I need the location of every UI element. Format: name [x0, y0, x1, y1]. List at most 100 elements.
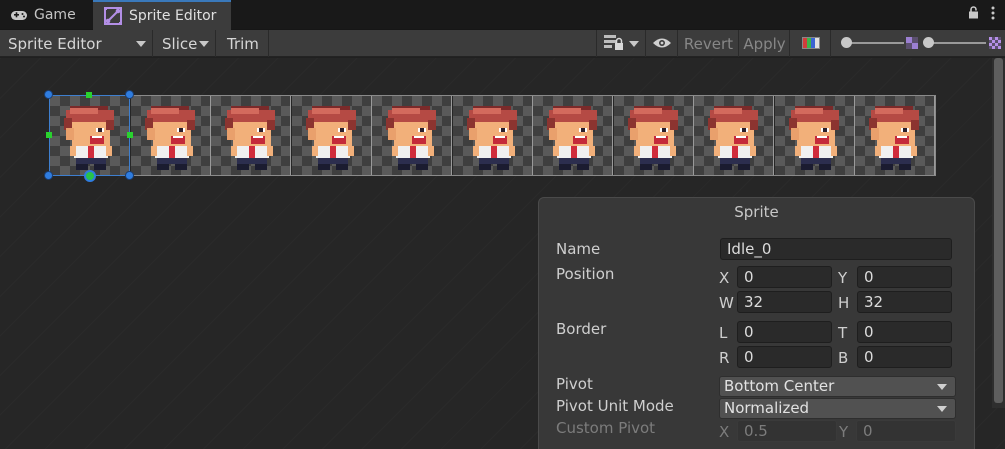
lock-icon[interactable] — [968, 6, 979, 24]
slice-dropdown[interactable]: Slice — [154, 30, 216, 57]
sprite-editor-icon — [103, 6, 123, 26]
apply-label: Apply — [743, 34, 786, 53]
name-field[interactable]: Idle_0 — [720, 238, 952, 260]
selection-rect[interactable] — [49, 95, 130, 176]
sprite-frame[interactable] — [452, 96, 533, 175]
visibility-toggle[interactable] — [647, 30, 678, 57]
tab-bar: Game Sprite Editor — [0, 0, 1005, 30]
width-field[interactable]: 32 — [737, 291, 832, 313]
panel-title: Sprite — [734, 203, 779, 221]
zoom-slider-track[interactable] — [846, 42, 904, 44]
scrollbar-thumb[interactable] — [994, 58, 1003, 403]
apply-button[interactable]: Apply — [740, 30, 790, 57]
sprite-canvas[interactable]: Sprite Name Idle_0 Position X 0 Y 0 W 32… — [0, 58, 1005, 449]
t-label: T — [838, 324, 848, 342]
sprite-frame[interactable] — [533, 96, 613, 175]
height-field[interactable]: 32 — [857, 291, 952, 313]
layer-lock-dropdown[interactable] — [596, 30, 646, 57]
tab-sprite-editor[interactable]: Sprite Editor — [93, 0, 231, 30]
revert-button[interactable]: Revert — [679, 30, 739, 57]
sprite-frame[interactable] — [774, 96, 855, 175]
sprite-panel: Sprite Name Idle_0 Position X 0 Y 0 W 32… — [538, 197, 975, 449]
border-b-field[interactable]: 0 — [857, 346, 952, 368]
eye-icon — [652, 35, 672, 53]
character-sprite-icon — [547, 106, 597, 170]
custom-pivot-x-field[interactable]: 0.5 — [737, 420, 837, 442]
mip-low-icon — [906, 37, 918, 53]
border-handle[interactable] — [127, 132, 133, 138]
gamepad-icon — [10, 10, 28, 21]
sprite-frame[interactable] — [372, 96, 452, 175]
sprite-frame[interactable] — [291, 96, 372, 175]
w-label: W — [719, 294, 734, 312]
character-sprite-icon — [386, 106, 436, 170]
y-label: Y — [838, 269, 848, 287]
zoom-slider-handle[interactable] — [841, 37, 852, 48]
character-sprite-icon — [627, 106, 678, 170]
resize-handle[interactable] — [125, 90, 134, 99]
mip-slider-handle[interactable] — [923, 37, 934, 48]
border-handle[interactable] — [86, 92, 92, 98]
mip-slider-track[interactable] — [928, 42, 986, 44]
character-sprite-icon — [708, 106, 758, 170]
name-label: Name — [556, 240, 601, 258]
tab-game-label: Game — [34, 7, 76, 23]
sprite-frame[interactable] — [130, 96, 211, 175]
pivot-label: Pivot — [556, 375, 593, 393]
resize-handle[interactable] — [44, 90, 53, 99]
color-channel-toggle[interactable] — [791, 30, 831, 57]
position-x-field[interactable]: 0 — [737, 266, 832, 288]
position-label: Position — [556, 265, 615, 283]
character-sprite-icon — [466, 106, 517, 170]
more-menu-icon[interactable] — [991, 6, 995, 24]
sprite-frame[interactable] — [211, 96, 291, 175]
trim-label: Trim — [227, 34, 259, 53]
sprite-frame[interactable] — [613, 96, 694, 175]
border-t-field[interactable]: 0 — [857, 321, 952, 343]
tab-sprite-editor-label: Sprite Editor — [129, 8, 217, 24]
h-label: H — [838, 294, 850, 312]
trim-button[interactable]: Trim — [217, 30, 269, 57]
character-sprite-icon — [788, 106, 839, 170]
border-r-field[interactable]: 0 — [737, 346, 832, 368]
revert-label: Revert — [683, 34, 734, 53]
zoom-mip-sliders — [838, 30, 1005, 57]
sprite-frame[interactable] — [694, 96, 774, 175]
pivot-handle[interactable] — [84, 170, 96, 182]
character-sprite-icon — [305, 106, 356, 170]
sprite-sheet[interactable] — [49, 95, 936, 176]
pivot-unit-mode-label: Pivot Unit Mode — [556, 397, 674, 415]
layer-lock-icon — [603, 33, 625, 55]
resize-handle[interactable] — [125, 171, 134, 180]
editor-mode-dropdown[interactable]: Sprite Editor — [0, 30, 153, 57]
x-label: X — [719, 269, 730, 287]
sprite-frame[interactable] — [855, 96, 935, 175]
pivot-value: Bottom Center — [724, 377, 835, 395]
border-l-field[interactable]: 0 — [737, 321, 832, 343]
pivot-unit-mode-dropdown[interactable]: Normalized — [719, 398, 956, 419]
mip-icon — [989, 37, 1001, 53]
chevron-down-icon — [937, 406, 947, 412]
character-sprite-icon — [869, 106, 919, 170]
tab-game[interactable]: Game — [0, 0, 92, 30]
b-label: B — [838, 349, 849, 367]
editor-mode-label: Sprite Editor — [8, 34, 102, 53]
pivot-unit-mode-value: Normalized — [724, 399, 810, 417]
position-y-field[interactable]: 0 — [857, 266, 952, 288]
slice-label: Slice — [162, 34, 198, 53]
custom-y-label: Y — [839, 423, 849, 441]
character-sprite-icon — [144, 106, 195, 170]
border-handle[interactable] — [46, 132, 52, 138]
vertical-scrollbar[interactable] — [992, 58, 1005, 408]
window-controls — [968, 6, 995, 24]
resize-handle[interactable] — [44, 171, 53, 180]
custom-pivot-y-field[interactable]: 0 — [856, 420, 956, 442]
custom-x-label: X — [719, 423, 730, 441]
custom-pivot-label: Custom Pivot — [556, 419, 656, 437]
color-channel-icon — [801, 35, 820, 53]
chevron-down-icon — [629, 41, 639, 47]
chevron-down-icon — [199, 41, 209, 47]
pivot-dropdown[interactable]: Bottom Center — [719, 376, 956, 397]
character-sprite-icon — [225, 106, 275, 170]
r-label: R — [719, 349, 730, 367]
